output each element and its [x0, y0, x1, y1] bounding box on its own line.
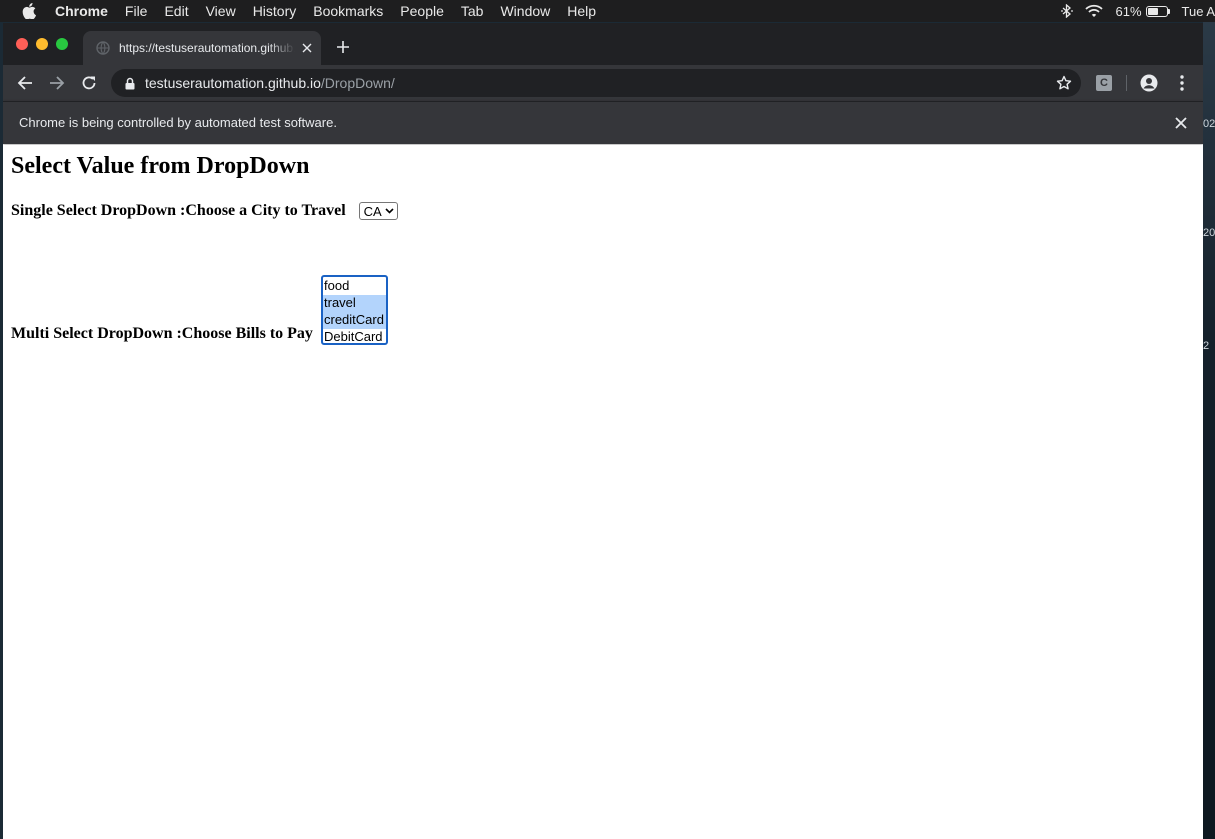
more-menu-icon[interactable]: [1172, 73, 1192, 93]
desktop-widget-text: 2: [1203, 340, 1210, 352]
city-select[interactable]: CA: [358, 202, 398, 220]
fullscreen-window-button[interactable]: [56, 38, 68, 50]
chevron-down-icon: [385, 208, 394, 214]
infobar-message: Chrome is being controlled by automated …: [19, 115, 337, 130]
menu-bar-clock[interactable]: Tue A: [1182, 4, 1215, 19]
tab-close-icon[interactable]: [299, 40, 315, 56]
wifi-icon[interactable]: [1085, 4, 1104, 18]
menu-app-name[interactable]: Chrome: [55, 3, 108, 19]
page-content: Select Value from DropDown Single Select…: [3, 145, 1203, 839]
url-path: /DropDown/: [320, 75, 395, 91]
menu-view[interactable]: View: [206, 3, 236, 19]
infobar-close-icon[interactable]: [1173, 115, 1189, 131]
multi-select-option[interactable]: DebitCard: [323, 329, 386, 346]
tab-strip: https://testuserautomation.github.io/Dro…: [3, 23, 1203, 65]
battery-tip: [1167, 8, 1170, 14]
menu-bar-status-area: 61% Tue A: [1061, 0, 1215, 22]
menu-file[interactable]: File: [125, 3, 148, 19]
lock-icon[interactable]: [124, 76, 136, 90]
desktop-background: 02 20 2: [1203, 22, 1215, 839]
single-select-row: Single Select DropDown :Choose a City to…: [11, 202, 398, 220]
minimize-window-button[interactable]: [36, 38, 48, 50]
battery-status[interactable]: 61%: [1115, 3, 1170, 19]
profile-avatar-icon[interactable]: [1139, 73, 1159, 93]
url-host: testuserautomation.github.io: [145, 75, 321, 91]
desktop-widget-text: 02: [1203, 118, 1215, 130]
battery-level-fill: [1147, 7, 1158, 15]
multi-select-label: Multi Select DropDown :Choose Bills to P…: [11, 325, 313, 342]
toolbar-divider: [1126, 75, 1127, 91]
page-title: Select Value from DropDown: [11, 153, 310, 179]
menu-help[interactable]: Help: [567, 3, 596, 19]
multi-select-option[interactable]: creditCard: [323, 312, 386, 329]
back-arrow-icon[interactable]: [15, 73, 35, 93]
desktop-widget-text: 20: [1203, 227, 1215, 239]
macos-menu-bar: Chrome File Edit View History Bookmarks …: [0, 0, 1215, 22]
reload-icon[interactable]: [79, 73, 99, 93]
bluetooth-icon[interactable]: [1061, 4, 1074, 18]
automation-infobar: Chrome is being controlled by automated …: [3, 101, 1203, 144]
address-bar[interactable]: testuserautomation.github.io/DropDown/: [111, 69, 1081, 97]
battery-icon: [1145, 5, 1168, 17]
menu-edit[interactable]: Edit: [164, 3, 188, 19]
apple-icon[interactable]: [21, 3, 37, 19]
bookmark-star-icon[interactable]: [1055, 74, 1073, 92]
menu-window[interactable]: Window: [500, 3, 550, 19]
tab-title: https://testuserautomation.github.io/Dro…: [119, 41, 295, 55]
globe-icon: [95, 40, 111, 56]
url-text: testuserautomation.github.io/DropDown/: [145, 75, 395, 91]
new-tab-button[interactable]: [333, 37, 353, 57]
multi-select-option[interactable]: travel: [323, 295, 386, 312]
menu-history[interactable]: History: [253, 3, 297, 19]
menu-tab[interactable]: Tab: [461, 3, 484, 19]
browser-tab[interactable]: https://testuserautomation.github.io/Dro…: [83, 31, 321, 65]
forward-arrow-icon[interactable]: [47, 73, 67, 93]
menu-bookmarks[interactable]: Bookmarks: [313, 3, 383, 19]
browser-toolbar: testuserautomation.github.io/DropDown/ C: [3, 65, 1203, 101]
multi-select-option[interactable]: food: [323, 278, 386, 295]
bills-multi-select[interactable]: food travel creditCard DebitCard: [321, 275, 388, 345]
close-window-button[interactable]: [16, 38, 28, 50]
single-select-label: Single Select DropDown :Choose a City to…: [11, 202, 346, 219]
chrome-window: https://testuserautomation.github.io/Dro…: [3, 23, 1203, 839]
battery-percent: 61%: [1115, 3, 1142, 19]
extension-icon[interactable]: C: [1096, 75, 1112, 91]
menu-people[interactable]: People: [400, 3, 444, 19]
city-select-value: CA: [363, 203, 382, 219]
